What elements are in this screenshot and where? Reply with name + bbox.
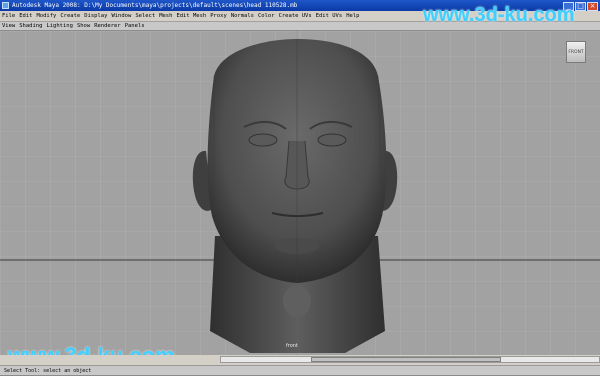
panel-menu-shading[interactable]: Shading xyxy=(17,22,44,31)
front-viewport[interactable]: FRONT front xyxy=(0,31,600,355)
view-cube[interactable]: FRONT xyxy=(566,41,586,63)
menu-display[interactable]: Display xyxy=(82,11,109,22)
menu-mesh[interactable]: Mesh xyxy=(157,11,174,22)
help-line: Select Tool: select an object xyxy=(0,365,600,375)
menu-proxy[interactable]: Proxy xyxy=(208,11,229,22)
window-title: Autodesk Maya 2008: D:\My Documents\maya… xyxy=(12,2,298,9)
maximize-button[interactable]: □ xyxy=(575,2,586,11)
menu-select[interactable]: Select xyxy=(133,11,157,22)
menu-edit[interactable]: Edit xyxy=(17,11,34,22)
maya-app-icon xyxy=(2,2,9,9)
status-area: Select Tool: select an object xyxy=(0,355,600,375)
view-name-label: front xyxy=(286,343,298,349)
menu-file[interactable]: File xyxy=(0,11,17,22)
menu-help[interactable]: Help xyxy=(344,11,361,22)
menu-color[interactable]: Color xyxy=(256,11,277,22)
eye-right xyxy=(317,133,347,147)
scrollbar-thumb[interactable] xyxy=(311,357,501,362)
close-button[interactable]: × xyxy=(587,2,598,11)
menu-edit-uvs[interactable]: Edit UVs xyxy=(314,11,345,22)
menu-edit-mesh[interactable]: Edit Mesh xyxy=(174,11,208,22)
panel-menu-lighting[interactable]: Lighting xyxy=(44,22,75,31)
panel-menu-view[interactable]: View xyxy=(0,22,17,31)
watermark-top: www.3d-ku.com xyxy=(423,4,575,26)
menu-modify[interactable]: Modify xyxy=(35,11,59,22)
menu-create-uvs[interactable]: Create UVs xyxy=(277,11,314,22)
menu-normals[interactable]: Normals xyxy=(229,11,256,22)
menu-create[interactable]: Create xyxy=(58,11,82,22)
eye-left xyxy=(248,133,278,147)
panel-menu-show[interactable]: Show xyxy=(75,22,92,31)
neck-adam-apple xyxy=(283,285,311,317)
viewport-canvas[interactable] xyxy=(0,31,600,355)
panel-menu-panels[interactable]: Panels xyxy=(123,22,147,31)
horizontal-scrollbar[interactable] xyxy=(220,356,600,363)
panel-menu-renderer[interactable]: Renderer xyxy=(92,22,123,31)
menu-window[interactable]: Window xyxy=(109,11,133,22)
